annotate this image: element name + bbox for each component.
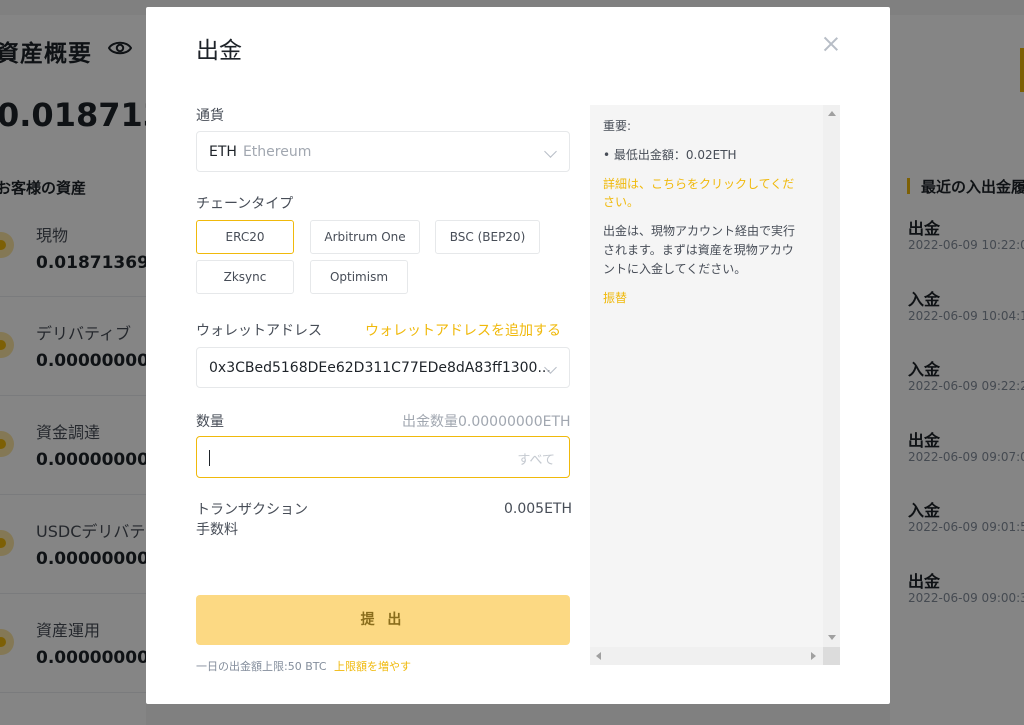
chain-option-arbitrum[interactable]: Arbitrum One — [310, 220, 420, 254]
min-withdraw-amount: • 最低出金額：0.02ETH — [603, 148, 737, 162]
vertical-scrollbar[interactable] — [823, 105, 840, 647]
transfer-link[interactable]: 振替 — [603, 289, 627, 308]
wallet-address-select[interactable]: 0x3CBed5168DEe62D311C77EDe8dA83ff1300... — [196, 347, 570, 388]
amount-label: 数量 — [196, 414, 224, 430]
wallet-address-value: 0x3CBed5168DEe62D311C77EDe8dA83ff1300... — [209, 360, 551, 376]
fee-value: 0.005ETH — [504, 501, 573, 517]
max-amount-button[interactable]: すべて — [517, 449, 555, 468]
notice-panel: 重要: • 最低出金額：0.02ETH 詳細は、こちらをクリックしてくだ さい。… — [590, 105, 840, 665]
chain-type-label: チェーンタイプ — [196, 196, 294, 212]
chain-option-erc20[interactable]: ERC20 — [196, 220, 294, 254]
daily-limit-text: 一日の出金額上限:50 BTC — [196, 660, 327, 673]
currency-name: Ethereum — [242, 144, 312, 160]
available-amount: 出金数量0.00000000ETH — [402, 414, 571, 430]
scroll-right-icon[interactable] — [811, 652, 816, 660]
withdraw-modal: 出金 通貨 ETH Ethereum チェーンタイプ ERC20 Arbitrum… — [146, 7, 890, 704]
currency-value: ETH Ethereum — [209, 144, 311, 160]
fee-label-line2: 手数料 — [196, 522, 238, 538]
fee-label-line1: トランザクション — [196, 502, 308, 518]
close-icon[interactable] — [822, 35, 840, 53]
submit-button[interactable]: 提 出 — [196, 595, 570, 645]
text-caret — [209, 450, 210, 466]
chain-option-zksync[interactable]: Zksync — [196, 260, 294, 294]
currency-select[interactable]: ETH Ethereum — [196, 131, 570, 172]
currency-symbol: ETH — [209, 144, 237, 160]
increase-limit-link[interactable]: 上限額を増やす — [334, 660, 411, 673]
notice-body-line1: 出金は、現物アカウント経由で実行 — [603, 224, 796, 238]
currency-label: 通貨 — [196, 108, 224, 124]
wallet-address-label: ウォレットアドレス — [196, 323, 322, 339]
amount-input[interactable]: すべて — [196, 436, 570, 478]
details-link-line2[interactable]: さい。 — [603, 193, 639, 212]
scroll-up-icon[interactable] — [828, 111, 836, 116]
notice-body-line3: ントに入金してください。 — [603, 262, 747, 276]
add-wallet-address-link[interactable]: ウォレットアドレスを追加する — [365, 320, 561, 340]
scrollbar-corner — [823, 647, 840, 665]
notice-body-line2: されます。まずは資産を現物アカウ — [603, 243, 794, 257]
chain-option-bsc[interactable]: BSC (BEP20) — [435, 220, 540, 254]
chain-option-optimism[interactable]: Optimism — [310, 260, 408, 294]
scroll-down-icon[interactable] — [828, 635, 836, 640]
scroll-left-icon[interactable] — [596, 652, 601, 660]
chevron-down-icon — [544, 145, 557, 158]
notice-heading: 重要: — [603, 119, 632, 133]
modal-title: 出金 — [196, 38, 242, 64]
daily-limit: 一日の出金額上限:50 BTC 上限額を増やす — [196, 658, 411, 674]
horizontal-scrollbar[interactable] — [590, 647, 823, 665]
details-link-line1[interactable]: 詳細は、こちらをクリックしてくだ — [603, 175, 794, 194]
